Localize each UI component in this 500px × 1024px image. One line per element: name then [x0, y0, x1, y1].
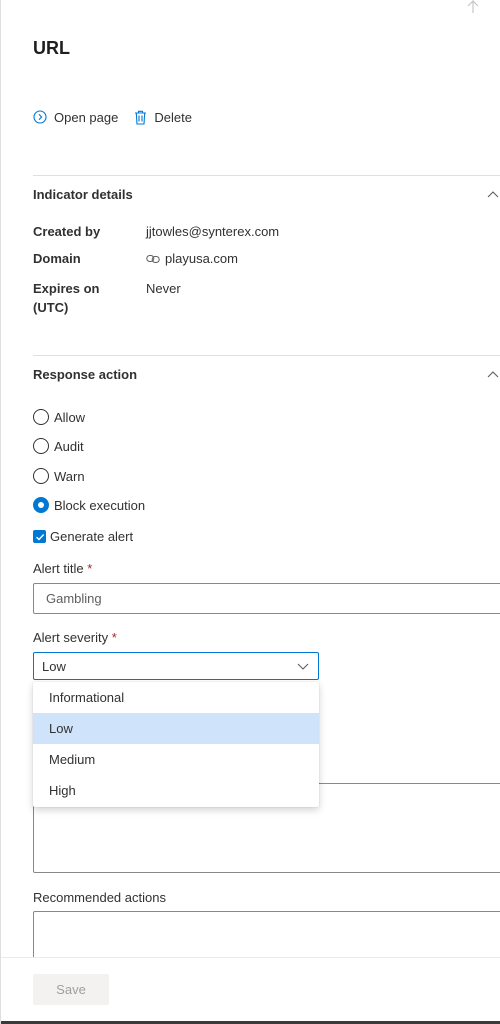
created-by-label: Created by	[33, 224, 101, 239]
domain-label: Domain	[33, 251, 81, 266]
radio-warn[interactable]: Warn	[33, 466, 85, 486]
expires-value: Never	[146, 281, 181, 296]
alert-severity-value: Low	[42, 658, 66, 674]
alert-title-input[interactable]: Gambling	[33, 583, 500, 614]
created-by-row: Created by jjtowles@synterex.com	[33, 222, 279, 241]
radio-audit[interactable]: Audit	[33, 436, 84, 456]
severity-option-medium[interactable]: Medium	[33, 744, 319, 775]
response-action-title: Response action	[33, 366, 138, 382]
radio-circle	[33, 468, 49, 484]
alert-severity-label-text: Alert severity	[33, 630, 109, 645]
chevron-up-icon	[487, 191, 499, 198]
radio-allow-label: Allow	[54, 409, 86, 425]
severity-option-low[interactable]: Low	[33, 713, 319, 744]
save-button[interactable]: Save	[33, 974, 109, 1005]
open-page-icon	[33, 110, 47, 124]
severity-option-informational[interactable]: Informational	[33, 682, 319, 713]
indicator-details-header[interactable]: Indicator details	[33, 184, 500, 204]
radio-circle	[33, 438, 49, 454]
severity-option-high[interactable]: High	[33, 775, 319, 806]
alert-title-label-text: Alert title	[33, 561, 84, 576]
radio-circle-selected	[33, 497, 49, 513]
expires-label-line2: (UTC)	[33, 300, 69, 315]
radio-allow[interactable]: Allow	[33, 407, 85, 427]
delete-button[interactable]: Delete	[134, 110, 192, 125]
generate-alert-label: Generate alert	[50, 529, 134, 544]
scroll-up-arrow-icon[interactable]	[466, 0, 480, 14]
command-bar: Open page Delete	[33, 108, 208, 126]
radio-warn-label: Warn	[54, 468, 85, 484]
domain-row: Domain playusa.com	[33, 249, 238, 268]
chevron-down-icon	[297, 663, 309, 670]
required-marker: *	[111, 630, 117, 645]
radio-block-execution-label: Block execution	[54, 497, 146, 513]
indicator-panel: URL Open page Delete Indicator details C…	[0, 0, 500, 1024]
severity-options-menu: Informational Low Medium High	[33, 682, 319, 807]
expires-row: Expires on (UTC) Never	[33, 279, 181, 317]
divider	[33, 355, 500, 356]
response-action-header[interactable]: Response action	[33, 364, 500, 384]
alert-title-value: Gambling	[46, 591, 102, 606]
trash-icon	[135, 110, 147, 125]
indicator-details-title: Indicator details	[33, 186, 133, 202]
domain-link[interactable]: playusa.com	[146, 249, 238, 268]
recommended-actions-label: Recommended actions	[33, 890, 166, 905]
expires-label-line1: Expires on	[33, 281, 100, 296]
required-marker: *	[87, 561, 93, 576]
delete-label: Delete	[154, 109, 192, 125]
open-page-label: Open page	[54, 109, 119, 125]
created-by-value: jjtowles@synterex.com	[146, 224, 280, 239]
alert-severity-label: Alert severity *	[33, 630, 117, 645]
radio-circle	[33, 409, 49, 425]
radio-audit-label: Audit	[54, 438, 84, 454]
domain-value: playusa.com	[165, 251, 238, 266]
alert-severity-dropdown[interactable]: Low	[33, 652, 319, 680]
generate-alert-checkbox[interactable]: Generate alert	[33, 529, 133, 544]
open-page-button[interactable]: Open page	[33, 110, 118, 125]
alert-title-label: Alert title *	[33, 561, 92, 576]
divider	[33, 175, 500, 176]
radio-block-execution[interactable]: Block execution	[33, 495, 145, 515]
checkmark-icon	[33, 530, 46, 543]
link-icon	[146, 254, 160, 263]
chevron-up-icon	[487, 371, 499, 378]
expires-label: Expires on (UTC)	[33, 279, 146, 317]
panel-title: URL	[33, 38, 70, 58]
